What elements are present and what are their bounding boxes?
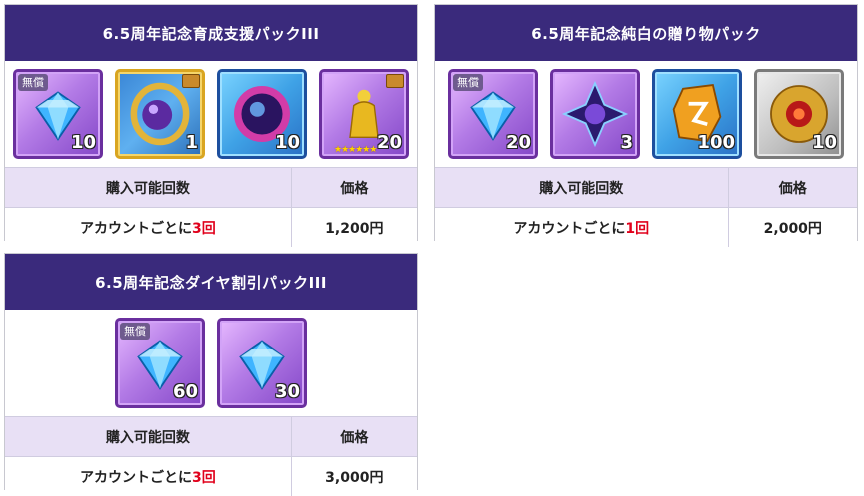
purchase-info-table: 購入可能回数 価格 アカウントごとに1回 2,000円: [435, 167, 857, 247]
item-orb-ring[interactable]: 1: [115, 69, 205, 159]
header-price: 価格: [728, 168, 857, 208]
purchase-limit-prefix: アカウントごとに: [80, 221, 192, 237]
item-quantity: 3: [620, 132, 633, 153]
purchase-limit-value: 1回: [625, 221, 649, 237]
pack-items: 無償 10 1 10 ★★★★★★: [5, 61, 417, 167]
item-quantity: 30: [275, 381, 300, 402]
item-quantity: 60: [173, 381, 198, 402]
purchase-limit-value: 3回: [192, 470, 216, 486]
pack-card-1: 6.5周年記念育成支援パックIII 無償 10 1: [4, 4, 418, 241]
item-diamond[interactable]: 無償 60: [115, 318, 205, 408]
pack-title: 6.5周年記念純白の贈り物パック: [435, 5, 857, 61]
scroll-icon: [386, 74, 404, 88]
pack-items: 無償 60 30: [5, 310, 417, 416]
pack-title: 6.5周年記念ダイヤ割引パックIII: [5, 254, 417, 310]
item-crystal-orb[interactable]: 10: [217, 69, 307, 159]
item-diamond[interactable]: 無償 20: [448, 69, 538, 159]
purchase-info-table: 購入可能回数 価格 アカウントごとに3回 3,000円: [5, 416, 417, 496]
item-gold-statue[interactable]: ★★★★★★ 20: [319, 69, 409, 159]
item-quantity: 100: [697, 132, 735, 153]
item-quantity: 10: [71, 132, 96, 153]
item-gold-seal[interactable]: 10: [754, 69, 844, 159]
item-diamond[interactable]: 無償 10: [13, 69, 103, 159]
chest-icon: [182, 74, 200, 88]
purchase-limit-prefix: アカウントごとに: [80, 470, 192, 486]
header-purchase-count: 購入可能回数: [435, 168, 728, 208]
free-badge: 無償: [453, 74, 483, 91]
free-badge: 無償: [120, 323, 150, 340]
purchase-info-table: 購入可能回数 価格 アカウントごとに3回 1,200円: [5, 167, 417, 247]
pack-card-3: 6.5周年記念ダイヤ割引パックIII 無償 60 30 購入可能回数 価格: [4, 253, 418, 490]
purchase-limit-prefix: アカウントごとに: [513, 221, 625, 237]
item-quantity: 20: [377, 132, 402, 153]
item-quantity: 10: [275, 132, 300, 153]
header-price: 価格: [291, 168, 417, 208]
pack-title: 6.5周年記念育成支援パックIII: [5, 5, 417, 61]
purchase-limit-cell: アカウントごとに3回: [5, 208, 291, 248]
rarity-stars: ★★★★★★: [334, 145, 376, 155]
item-quantity: 1: [185, 132, 198, 153]
header-purchase-count: 購入可能回数: [5, 417, 291, 457]
price-value: 1,200円: [291, 208, 417, 248]
price-value: 3,000円: [291, 457, 417, 496]
item-quantity: 10: [812, 132, 837, 153]
purchase-limit-cell: アカウントごとに1回: [435, 208, 728, 248]
purchase-limit-value: 3回: [192, 221, 216, 237]
item-rune-stone[interactable]: 100: [652, 69, 742, 159]
item-diamond[interactable]: 30: [217, 318, 307, 408]
pack-items: 無償 20 3 100 10: [435, 61, 857, 167]
header-purchase-count: 購入可能回数: [5, 168, 291, 208]
item-star-gem[interactable]: 3: [550, 69, 640, 159]
price-value: 2,000円: [728, 208, 857, 248]
pack-card-2: 6.5周年記念純白の贈り物パック 無償 20 3 100: [434, 4, 858, 241]
free-badge: 無償: [18, 74, 48, 91]
purchase-limit-cell: アカウントごとに3回: [5, 457, 291, 496]
item-quantity: 20: [506, 132, 531, 153]
header-price: 価格: [291, 417, 417, 457]
